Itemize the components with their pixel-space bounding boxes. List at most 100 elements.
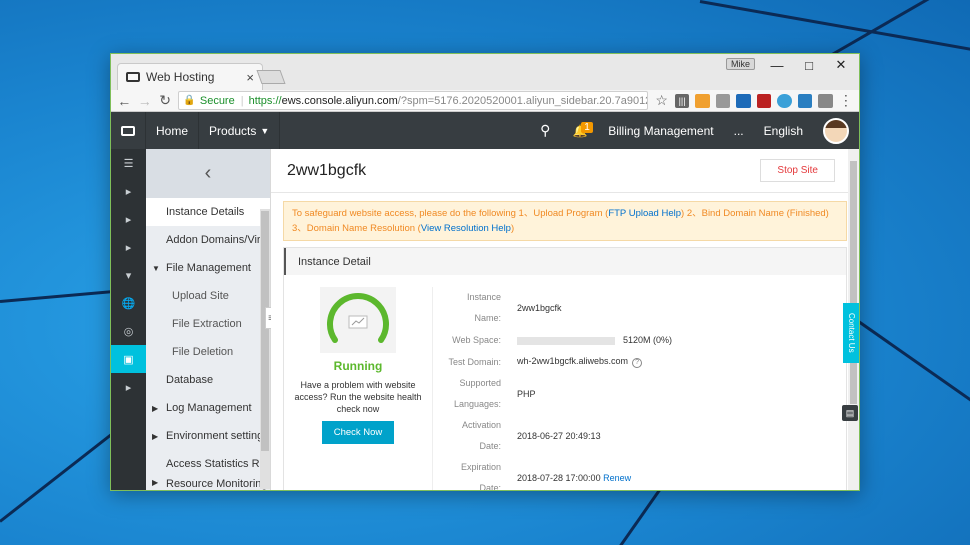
rail-expand-icon[interactable]: ▸ [111,177,146,205]
subnav-scrollbar[interactable] [260,209,270,489]
rail-expand-icon[interactable]: ▸ [111,233,146,261]
ftp-upload-help-link[interactable]: FTP Upload Help [608,208,681,219]
instance-detail-panel: Instance Detail Running Have a problem w… [283,247,847,490]
url-path: /?spm=5176.2020520001.aliyun_sidebar.20.… [397,94,648,107]
caret-down-icon: ▼ [152,263,160,273]
icon-rail: ☰ ▸ ▸ ▸ ▾ 🌐 ◎ ▣ ▸ [111,149,146,490]
notification-bell[interactable]: 🔔 1 [562,112,598,149]
caret-right-icon: ▶ [152,403,159,413]
subnav-log-management-label: Log Management [166,402,252,414]
subnav-instance-details[interactable]: Instance Details [146,198,270,226]
label-test-domain: Test Domain: [448,356,501,367]
status-gauge [320,287,396,353]
menu-icon[interactable]: ☰ [111,149,146,177]
subnav-access-statistics[interactable]: Access Statistics Re... [146,450,270,478]
nav-more[interactable]: ... [724,112,754,149]
subnav-environment-label: Environment settings [166,430,269,442]
contact-us-tab[interactable]: Contact Us [843,303,859,363]
nav-products-label: Products [209,123,257,138]
label-activation-date: Activation Date: [461,420,501,451]
forward-arrow-icon[interactable]: → [137,93,152,109]
extension-blue-icon[interactable] [736,93,751,108]
globe-icon[interactable]: 🌐 [111,289,146,317]
stop-site-button[interactable]: Stop Site [760,159,835,182]
extension-circle-icon[interactable] [777,93,792,108]
main-content: 2ww1bgcfk Stop Site To safeguard website… [271,149,859,490]
tab-title: Web Hosting [146,70,215,84]
notification-count: 1 [581,122,593,133]
minimize-icon[interactable]: — [761,54,793,76]
back-arrow-icon[interactable]: ← [117,93,131,109]
extension-shield-gray-icon[interactable] [818,93,833,108]
browser-titlebar: Web Hosting × Mike — □ ✕ [111,54,859,90]
extension-equalizer-icon[interactable]: ||| [674,93,690,108]
help-icon[interactable]: ? [632,358,643,368]
status-column: Running Have a problem with website acce… [284,287,432,490]
setup-notice: To safeguard website access, please do t… [283,201,847,241]
subnav-file-deletion[interactable]: File Deletion [146,338,270,366]
nav-products[interactable]: Products ▼ [198,112,281,149]
tab-close-icon[interactable]: × [246,70,254,85]
browser-tab[interactable]: Web Hosting × [117,63,263,90]
subnav-upload-site[interactable]: Upload Site [146,282,270,310]
nav-home[interactable]: Home [145,112,198,149]
app-body: ☰ ▸ ▸ ▸ ▾ 🌐 ◎ ▣ ▸ ‹ Instance Details Add… [111,149,859,490]
panel-title: Instance Detail [284,248,846,275]
value-activation-date: 2018-06-27 20:49:13 [517,431,601,441]
chat-icon[interactable]: ▤ [842,405,858,421]
bookmark-star-icon[interactable]: ☆ [654,92,668,109]
subnav-database[interactable]: Database [146,366,270,394]
back-chevron-icon[interactable]: ‹ [146,149,270,198]
label-instance-name: Instance Name: [466,292,501,323]
label-expiration-date: Expiration Date: [460,462,501,490]
web-icon[interactable]: ◎ [111,317,146,345]
subnav-resource-monitoring[interactable]: ▶ Resource Monitoring [146,478,270,490]
extension-gray-icon[interactable] [715,93,731,108]
extension-red-icon[interactable] [756,93,772,108]
url-host: ews.console.aliyun.com [281,94,398,107]
value-supported-languages: PHP [517,389,536,399]
nav-billing[interactable]: Billing Management [598,112,723,149]
url-field[interactable]: 🔒 Secure | https:// ews.console.aliyun.c… [178,91,649,110]
subnav-environment-settings[interactable]: ▶ Environment settings [146,422,270,450]
label-supported-languages: Supported Languages: [453,378,501,409]
caret-right-icon: ▶ [152,478,159,487]
rail-expand-icon[interactable]: ▸ [111,373,146,401]
aliyun-logo-icon[interactable] [111,112,145,149]
value-web-space: 5120M (0%) [623,335,673,345]
browser-menu-icon[interactable]: ⋮ [839,92,853,109]
label-web-space: Web Space: [452,334,501,345]
sub-navigation: ‹ Instance Details Addon Domains/Virtua.… [146,149,277,490]
caret-right-icon: ▶ [152,431,159,441]
subnav-file-management[interactable]: ▼ File Management [146,254,270,282]
view-resolution-help-link[interactable]: View Resolution Help [421,223,511,234]
rail-expand-icon[interactable]: ▸ [111,205,146,233]
web-space-bar [517,336,615,345]
check-now-button[interactable]: Check Now [321,421,395,444]
avatar[interactable] [823,117,849,144]
value-test-domain: wh-2ww1bgcfk.aliwebs.com [517,356,629,366]
search-icon[interactable]: ⚲ [528,112,562,149]
instance-info: Instance Name: 2ww1bgcfk Web Space: 5120M … [432,287,846,490]
subnav-log-management[interactable]: ▶ Log Management [146,394,270,422]
nav-language[interactable]: English [754,112,813,149]
profile-badge[interactable]: Mike [725,58,755,70]
extension-shield-icon[interactable] [797,93,813,108]
close-window-icon[interactable]: ✕ [825,54,857,76]
web-hosting-icon[interactable]: ▣ [111,345,146,373]
subnav-file-extraction[interactable]: File Extraction [146,310,270,338]
rail-collapse-icon[interactable]: ▾ [111,261,146,289]
browser-window: Web Hosting × Mike — □ ✕ ← → ↻ 🔒 Secure … [110,53,860,491]
new-tab-button[interactable] [256,70,286,84]
reload-icon[interactable]: ↻ [158,92,172,109]
renew-link[interactable]: Renew [603,473,631,483]
value-instance-name: 2ww1bgcfk [517,303,562,313]
secure-label: Secure [199,94,235,107]
maximize-icon[interactable]: □ [793,54,825,76]
subnav-addon-domains[interactable]: Addon Domains/Virtua... [146,226,270,254]
extension-folder-icon[interactable] [695,93,710,108]
url-scheme: https:// [248,94,282,107]
value-expiration-date: 2018-07-28 17:00:00 [517,473,601,483]
lock-icon: 🔒 [183,95,196,106]
notice-text-end: ) [510,223,515,234]
